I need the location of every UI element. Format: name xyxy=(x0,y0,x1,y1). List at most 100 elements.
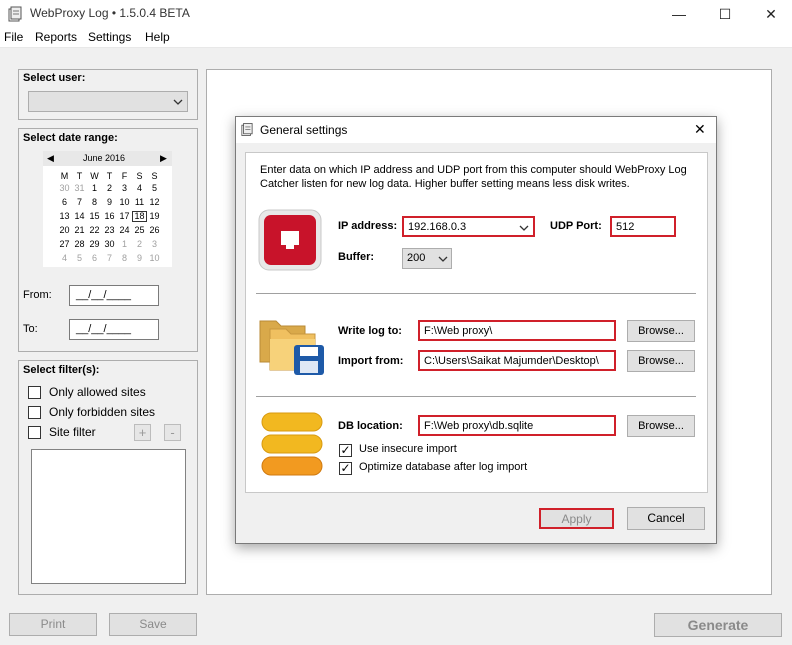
menu-file[interactable]: File xyxy=(4,30,23,44)
insecure-import-checkbox[interactable]: ✓ xyxy=(339,444,352,457)
calendar-date[interactable]: 1 xyxy=(87,183,102,193)
save-button[interactable]: Save xyxy=(109,613,197,636)
calendar-date[interactable]: 6 xyxy=(87,253,102,263)
dialog-icon xyxy=(241,123,253,136)
calendar-date[interactable]: 1 xyxy=(117,239,132,249)
optimize-db-label: Optimize database after log import xyxy=(359,461,528,473)
cancel-button[interactable]: Cancel xyxy=(627,507,705,530)
buffer-dropdown[interactable]: 200 xyxy=(402,248,452,269)
db-location-input[interactable]: F:\Web proxy\db.sqlite xyxy=(418,415,616,436)
ip-address-value: 192.168.0.3 xyxy=(408,221,467,233)
apply-button[interactable]: Apply xyxy=(539,508,614,529)
database-icon xyxy=(261,412,323,476)
print-button[interactable]: Print xyxy=(9,613,97,636)
calendar-date[interactable]: 15 xyxy=(87,211,102,221)
menu-bar: File Reports Settings Help xyxy=(0,28,792,48)
calendar-date[interactable]: 16 xyxy=(102,211,117,221)
calendar-date[interactable]: 21 xyxy=(72,225,87,235)
generate-button[interactable]: Generate xyxy=(654,613,782,637)
chevron-down-icon xyxy=(519,225,529,231)
general-settings-dialog: General settings ✕ Enter data on which I… xyxy=(235,116,717,544)
minimize-button[interactable]: — xyxy=(656,0,702,28)
calendar-date[interactable]: 26 xyxy=(147,225,162,235)
description-text: Enter data on which IP address and UDP p… xyxy=(260,164,687,190)
calendar-date[interactable]: 20 xyxy=(57,225,72,235)
write-log-label: Write log to: xyxy=(338,325,402,337)
calendar-date[interactable]: 2 xyxy=(102,183,117,193)
calendar-date[interactable]: 18 xyxy=(132,211,147,222)
ip-address-dropdown[interactable]: 192.168.0.3 xyxy=(402,216,535,237)
calendar-date[interactable]: 9 xyxy=(132,253,147,263)
calendar-date[interactable]: 11 xyxy=(132,197,147,207)
calendar-date[interactable]: 5 xyxy=(147,183,162,193)
only-allowed-checkbox[interactable] xyxy=(28,386,41,399)
to-date-input[interactable]: __/__/____ xyxy=(69,319,159,340)
calendar-date[interactable]: 2 xyxy=(132,239,147,249)
only-forbidden-checkbox[interactable] xyxy=(28,406,41,419)
calendar-date[interactable]: 24 xyxy=(117,225,132,235)
calendar-date[interactable]: 7 xyxy=(72,197,87,207)
calendar-date[interactable]: 25 xyxy=(132,225,147,235)
calendar-month: June 2016 xyxy=(83,153,126,163)
calendar-day-header: M xyxy=(60,171,69,181)
calendar-date[interactable]: 30 xyxy=(57,183,72,193)
menu-help[interactable]: Help xyxy=(145,30,170,44)
site-filter-list[interactable] xyxy=(31,449,186,584)
calendar-date[interactable]: 17 xyxy=(117,211,132,221)
calendar-date[interactable]: 10 xyxy=(147,253,162,263)
menu-settings[interactable]: Settings xyxy=(88,30,131,44)
select-user-label: Select user: xyxy=(23,72,86,84)
calendar-date[interactable]: 4 xyxy=(132,183,147,193)
import-from-browse-button[interactable]: Browse... xyxy=(627,350,695,372)
close-button[interactable]: ✕ xyxy=(748,0,792,28)
calendar-date[interactable]: 8 xyxy=(87,197,102,207)
maximize-button[interactable]: ☐ xyxy=(702,0,748,28)
calendar-date[interactable]: 9 xyxy=(102,197,117,207)
calendar-date[interactable]: 30 xyxy=(102,239,117,249)
calendar-date[interactable]: 3 xyxy=(147,239,162,249)
calendar-date[interactable]: 3 xyxy=(117,183,132,193)
write-log-input[interactable]: F:\Web proxy\ xyxy=(418,320,616,341)
optimize-db-checkbox[interactable]: ✓ xyxy=(339,462,352,475)
calendar-day-header: S xyxy=(151,171,158,181)
window-title: WebProxy Log • 1.5.0.4 BETA xyxy=(30,6,190,20)
chevron-down-icon xyxy=(173,99,183,105)
calendar-date[interactable]: 12 xyxy=(147,197,162,207)
select-user-dropdown[interactable] xyxy=(28,91,188,112)
calendar-date[interactable]: 5 xyxy=(72,253,87,263)
calendar-date[interactable]: 8 xyxy=(117,253,132,263)
calendar-date[interactable]: 29 xyxy=(87,239,102,249)
calendar-date[interactable]: 6 xyxy=(57,197,72,207)
dialog-close-button[interactable]: ✕ xyxy=(694,121,706,138)
calendar-prev-icon[interactable]: ◀ xyxy=(47,153,54,164)
site-filter-label: Site filter xyxy=(49,425,96,439)
calendar-day-header: S xyxy=(136,171,143,181)
site-filter-checkbox[interactable] xyxy=(28,426,41,439)
calendar-date[interactable]: 19 xyxy=(147,211,162,221)
calendar-date[interactable]: 22 xyxy=(87,225,102,235)
menu-reports[interactable]: Reports xyxy=(35,30,77,44)
calendar-next-icon[interactable]: ▶ xyxy=(160,153,167,164)
db-location-label: DB location: xyxy=(338,420,403,432)
calendar-date[interactable]: 14 xyxy=(72,211,87,221)
calendar-day-header: T xyxy=(106,171,113,181)
udp-port-input[interactable]: 512 xyxy=(610,216,676,237)
calendar-date[interactable]: 27 xyxy=(57,239,72,249)
calendar-date[interactable]: 28 xyxy=(72,239,87,249)
remove-filter-button[interactable]: - xyxy=(164,424,181,441)
db-location-browse-button[interactable]: Browse... xyxy=(627,415,695,437)
add-filter-button[interactable]: + xyxy=(134,424,151,441)
calendar-date[interactable]: 7 xyxy=(102,253,117,263)
import-from-label: Import from: xyxy=(338,355,404,367)
select-filters-label: Select filter(s): xyxy=(23,364,100,376)
calendar[interactable]: ◀ June 2016 ▶ M T W T F S S 30 31 1 2 3 4 5 6 7 8 9 10 11 12… xyxy=(43,151,172,267)
from-date-input[interactable]: __/__/____ xyxy=(69,285,159,306)
calendar-date[interactable]: 4 xyxy=(57,253,72,263)
import-from-input[interactable]: C:\Users\Saikat Majumder\Desktop\ xyxy=(418,350,616,371)
calendar-date[interactable]: 23 xyxy=(102,225,117,235)
calendar-date[interactable]: 31 xyxy=(72,183,87,193)
write-log-browse-button[interactable]: Browse... xyxy=(627,320,695,342)
calendar-date[interactable]: 10 xyxy=(117,197,132,207)
calendar-date[interactable]: 13 xyxy=(57,211,72,221)
insecure-import-label: Use insecure import xyxy=(359,443,457,455)
